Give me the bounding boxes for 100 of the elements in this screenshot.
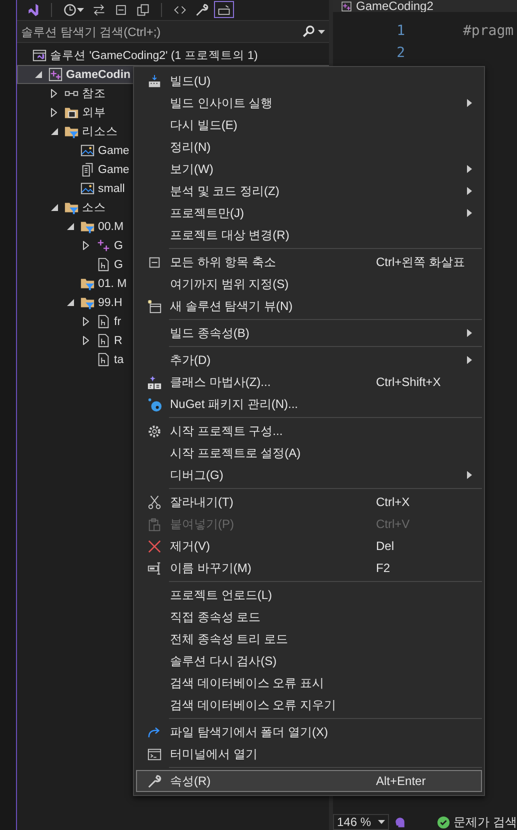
- menu-item[interactable]: 제거(V) Del: [136, 535, 482, 557]
- collapsed-arrow-icon[interactable]: [51, 108, 57, 117]
- vs-logo-icon: [26, 2, 40, 16]
- collapsed-arrow-icon[interactable]: [83, 241, 89, 250]
- menu-item[interactable]: 분석 및 코드 정리(Z): [136, 180, 482, 202]
- filter-folder-icon: [80, 276, 95, 291]
- filter-folder-icon: [64, 200, 79, 215]
- menu-item[interactable]: 잘라내기(T) Ctrl+X: [136, 491, 482, 513]
- search-button[interactable]: [302, 25, 325, 38]
- menu-item[interactable]: 새 솔루션 탐색기 뷰(N): [136, 295, 482, 317]
- tree-item[interactable]: 01. M: [17, 274, 128, 293]
- menu-item[interactable]: 이름 바꾸기(M) F2: [136, 557, 482, 579]
- submenu-arrow-icon: [467, 99, 472, 107]
- solution-icon: [32, 48, 47, 63]
- tree-item[interactable]: 리소스: [17, 122, 119, 141]
- tree-item[interactable]: Game: [17, 141, 130, 160]
- tree-item[interactable]: 소스: [17, 198, 107, 217]
- menu-item[interactable]: 검색 데이터베이스 오류 표시: [136, 672, 482, 694]
- filter-folder-icon: [80, 219, 95, 234]
- menu-item[interactable]: 여기까지 범위 지정(S): [136, 273, 482, 295]
- menu-item[interactable]: 파일 탐색기에서 폴더 열기(X): [136, 721, 482, 743]
- tree-item[interactable]: Game: [17, 160, 130, 179]
- shortcut-text: Alt+Enter: [376, 774, 426, 788]
- tree-item[interactable]: G: [17, 255, 124, 274]
- tree-item[interactable]: small: [17, 179, 126, 198]
- menu-item[interactable]: 터미널에서 열기: [136, 743, 482, 765]
- tree-item[interactable]: ta: [17, 350, 125, 369]
- search-box[interactable]: 솔루션 탐색기 검색(Ctrl+;): [17, 20, 329, 43]
- menu-item[interactable]: NuGet 패키지 관리(N)...: [136, 393, 482, 415]
- collapse-icon: [114, 2, 128, 16]
- menu-item[interactable]: 솔루션 다시 검사(S): [136, 650, 482, 672]
- expanded-arrow-icon[interactable]: [66, 223, 74, 230]
- collapse-icon: [147, 254, 162, 270]
- menu-item[interactable]: 클래스 마법사(Z)... Ctrl+Shift+X: [136, 371, 482, 393]
- problems-status[interactable]: 문제가 검색: [454, 814, 517, 830]
- menu-item[interactable]: 빌드 인사이트 실행: [136, 92, 482, 114]
- ball-icon: [147, 396, 162, 412]
- submenu-arrow-icon: [467, 356, 472, 364]
- menu-item[interactable]: 프로젝트 대상 변경(R): [136, 224, 482, 246]
- caret-icon: [378, 820, 385, 824]
- search-icon: [302, 25, 315, 38]
- menu-item[interactable]: 정리(N): [136, 136, 482, 158]
- filter-folder-icon: [64, 124, 79, 139]
- line-number: 2: [396, 45, 405, 61]
- header-file-icon: [96, 352, 111, 367]
- menu-item[interactable]: 디버그(G): [136, 464, 482, 486]
- expanded-arrow-icon[interactable]: [66, 299, 74, 306]
- shortcut-text: Ctrl+Shift+X: [376, 375, 441, 389]
- expanded-arrow-icon[interactable]: [50, 128, 58, 135]
- shortcut-text: Ctrl+V: [376, 517, 410, 531]
- menu-item[interactable]: 프로젝트만(J): [136, 202, 482, 224]
- menu-item[interactable]: 전체 종속성 트리 로드: [136, 628, 482, 650]
- toolbar-button[interactable]: [214, 1, 234, 18]
- menu-item[interactable]: 프로젝트 언로드(L): [136, 584, 482, 606]
- tree-item[interactable]: 99.H: [17, 293, 124, 312]
- tree-item[interactable]: 외부: [17, 103, 107, 122]
- menu-item[interactable]: 시작 프로젝트 구성...: [136, 420, 482, 442]
- submenu-arrow-icon: [467, 165, 472, 173]
- expanded-arrow-icon[interactable]: [34, 71, 42, 78]
- collapsed-arrow-icon[interactable]: [51, 89, 57, 98]
- menu-item[interactable]: 직접 종속성 로드: [136, 606, 482, 628]
- search-field[interactable]: 솔루션 탐색기 검색(Ctrl+;): [21, 22, 302, 41]
- expanded-arrow-icon[interactable]: [50, 204, 58, 211]
- menu-item[interactable]: 빌드(U): [136, 70, 482, 92]
- collapsed-arrow-icon[interactable]: [83, 336, 89, 345]
- build-icon: [147, 74, 162, 88]
- tree-item[interactable]: 참조: [17, 84, 107, 103]
- tree-item[interactable]: R: [17, 331, 124, 350]
- clipboard-icon: [147, 516, 162, 532]
- tree-item[interactable]: G: [17, 236, 124, 255]
- menu-item[interactable]: 시작 프로젝트로 설정(A): [136, 442, 482, 464]
- image-file-icon: [80, 181, 95, 196]
- zoom-dropdown[interactable]: 146 %: [333, 814, 389, 830]
- header-file-icon: [96, 333, 111, 348]
- menu-item[interactable]: 다시 빌드(E): [136, 114, 482, 136]
- shortcut-text: Ctrl+왼쪽 화살표: [376, 254, 466, 268]
- tree-item[interactable]: fr: [17, 312, 122, 331]
- submenu-arrow-icon: [467, 471, 472, 479]
- project-icon: [48, 67, 63, 82]
- code-line: #pragm: [463, 23, 514, 39]
- head-icon[interactable]: [393, 815, 407, 829]
- menu-item[interactable]: 검색 데이터베이스 오류 지우기: [136, 694, 482, 716]
- terminal-icon: [147, 746, 162, 762]
- menu-item[interactable]: 보기(W): [136, 158, 482, 180]
- rename-icon: [147, 560, 162, 576]
- tree-item[interactable]: 00.M: [17, 217, 125, 236]
- class-wizard-icon: [147, 374, 162, 390]
- menu-item[interactable]: 빌드 종속성(B): [136, 322, 482, 344]
- menu-item[interactable]: 속성(R) Alt+Enter: [136, 770, 482, 792]
- preview-icon: [217, 2, 231, 16]
- menu-item[interactable]: 추가(D): [136, 349, 482, 371]
- document-icon: [80, 162, 95, 177]
- tree-item[interactable]: 솔루션 'GameCoding2' (1 프로젝트의 1): [17, 46, 259, 65]
- collapsed-arrow-icon[interactable]: [83, 317, 89, 326]
- submenu-arrow-icon: [467, 187, 472, 195]
- copy-icon: [136, 2, 150, 16]
- caret-icon: [318, 30, 325, 34]
- filter-folder-icon: [80, 295, 95, 310]
- header-file-icon: [96, 314, 111, 329]
- menu-item[interactable]: 모든 하위 항목 축소 Ctrl+왼쪽 화살표: [136, 251, 482, 273]
